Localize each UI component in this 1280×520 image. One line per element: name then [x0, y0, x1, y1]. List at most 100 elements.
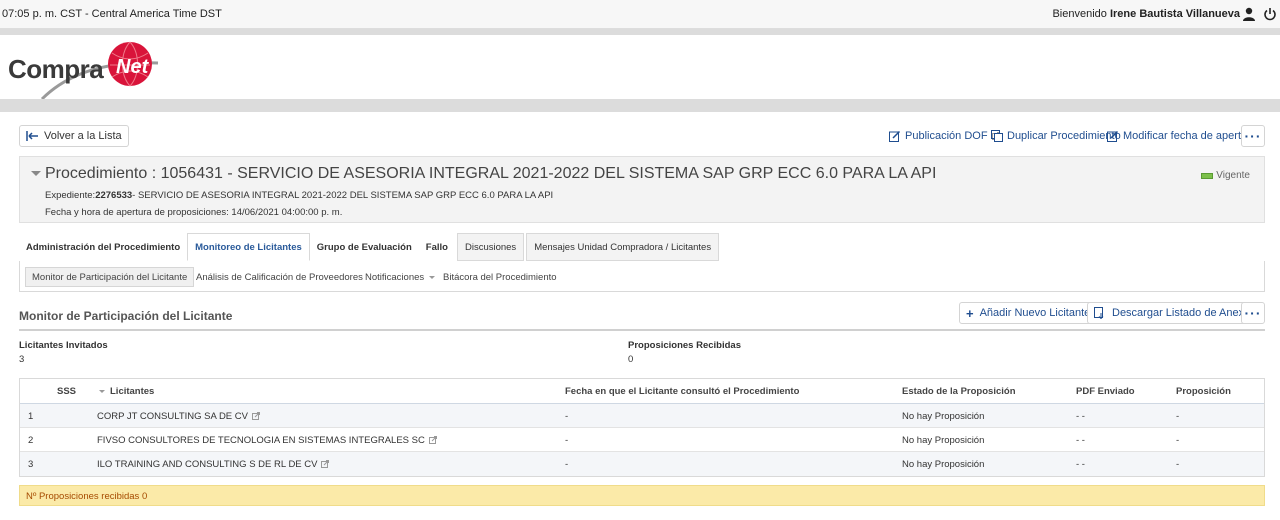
server-time: 07:05 p. m. CST - Central America Time D…: [2, 8, 222, 20]
licitante-name: ILO TRAINING AND CONSULTING S DE RL DE C…: [97, 459, 318, 470]
download-anexos-button[interactable]: Descargar Listado de Anexos: [1087, 302, 1263, 324]
pdf-enviado: - -: [1076, 435, 1085, 446]
section-more-button[interactable]: ···: [1241, 302, 1265, 324]
status-label: Vigente: [1216, 170, 1250, 181]
sort-down-icon: [99, 390, 105, 393]
main-tabs: Administración del Procedimiento Monitor…: [19, 233, 720, 261]
recibidas-label: Proposiciones Recibidas: [628, 340, 741, 351]
expediente-line: Expediente:2276533- SERVICIO DE ASESORIA…: [45, 190, 553, 201]
section-title: Monitor de Participación del Licitante: [19, 309, 233, 323]
licitante-link[interactable]: ILO TRAINING AND CONSULTING S DE RL DE C…: [97, 459, 330, 470]
welcome-prefix: Bienvenido: [1052, 8, 1107, 20]
row-number: 2: [28, 435, 34, 446]
chevron-down-icon: [429, 275, 436, 279]
duplicate-icon: [991, 130, 1003, 142]
collapse-caret-icon[interactable]: [31, 171, 41, 176]
tab-administracion[interactable]: Administración del Procedimiento: [19, 233, 187, 261]
licitante-name: CORP JT CONSULTING SA DE CV: [97, 411, 248, 422]
tab-grupo-evaluacion[interactable]: Grupo de Evaluación: [310, 233, 419, 261]
pdf-enviado: - -: [1076, 459, 1085, 470]
add-licitante-button[interactable]: + Añadir Nuevo Licitante: [959, 302, 1098, 324]
expediente-label: Expediente:: [45, 190, 96, 201]
procedure-title: Procedimiento : 1056431 - SERVICIO DE AS…: [45, 165, 937, 182]
modificar-fecha-label: Modificar fecha de apertura: [1123, 130, 1257, 142]
table-row: 3 ILO TRAINING AND CONSULTING S DE RL DE…: [20, 452, 1264, 476]
logo-ball-text: Net: [116, 56, 150, 78]
subtab-notificaciones[interactable]: Notificaciones: [365, 267, 436, 287]
tab-mensajes[interactable]: Mensajes Unidad Compradora / Licitantes: [526, 233, 720, 261]
back-to-list-label: Volver a la Lista: [44, 130, 122, 142]
invitados-label: Licitantes Invitados: [19, 340, 108, 351]
external-link-icon: [251, 412, 260, 420]
licitante-link[interactable]: CORP JT CONSULTING SA DE CV: [97, 411, 260, 422]
power-icon[interactable]: [1262, 6, 1278, 22]
proposiciones-notice: Nº Proposiciones recibidas 0: [19, 485, 1265, 506]
logo-text: Compra: [8, 54, 104, 84]
header-estado[interactable]: Estado de la Proposición: [902, 386, 1016, 397]
recibidas-value: 0: [628, 354, 634, 365]
estado: No hay Proposición: [902, 435, 985, 446]
user-icon[interactable]: [1242, 7, 1256, 21]
estado: No hay Proposición: [902, 411, 985, 422]
tab-monitoreo[interactable]: Monitoreo de Licitantes: [187, 233, 310, 261]
table-row: 2 FIVSO CONSULTORES DE TECNOLOGIA EN SIS…: [20, 428, 1264, 452]
sub-tabs: Monitor de Participación del Licitante A…: [19, 261, 1265, 292]
header-band: [0, 99, 1280, 112]
notice-text: Nº Proposiciones recibidas 0: [26, 491, 148, 502]
header-sss[interactable]: SSS: [57, 386, 76, 397]
licitante-link[interactable]: FIVSO CONSULTORES DE TECNOLOGIA EN SISTE…: [97, 435, 437, 446]
plus-icon: +: [966, 305, 974, 321]
pdf-enviado: - -: [1076, 411, 1085, 422]
external-link-icon: [428, 436, 437, 444]
modificar-fecha-link[interactable]: Modificar fecha de apertura: [1107, 130, 1257, 142]
welcome-message: Bienvenido Irene Bautista Villanueva: [1052, 8, 1240, 20]
download-doc-icon: [1094, 307, 1104, 319]
proposicion: -: [1176, 435, 1180, 446]
apertura-date: Fecha y hora de apertura de proposicione…: [45, 207, 343, 218]
fecha-consulta: -: [565, 435, 569, 446]
main-content: Volver a la Lista Publicación DOF Duplic…: [0, 112, 1280, 520]
fecha-consulta: -: [565, 411, 569, 422]
header-pdf[interactable]: PDF Enviado: [1076, 386, 1135, 397]
top-bar: 07:05 p. m. CST - Central America Time D…: [0, 0, 1280, 29]
header-licitantes[interactable]: Licitantes: [99, 386, 154, 397]
subtab-bitacora[interactable]: Bitácora del Procedimiento: [443, 267, 557, 287]
tab-discusiones[interactable]: Discusiones: [456, 233, 525, 261]
publicacion-dof-link[interactable]: Publicación DOF: [889, 130, 1004, 142]
status-badge: Vigente: [1201, 170, 1250, 181]
expediente-number: 2276533: [95, 190, 133, 201]
add-licitante-label: Añadir Nuevo Licitante: [979, 307, 1091, 319]
expediente-description: - SERVICIO DE ASESORIA INTEGRAL 2021-202…: [132, 190, 554, 201]
status-indicator-icon: [1201, 172, 1214, 179]
download-anexos-label: Descargar Listado de Anexos: [1112, 307, 1256, 319]
table-header: SSS Licitantes Fecha en que el Licitante…: [20, 379, 1264, 404]
header-proposicion[interactable]: Proposición: [1176, 386, 1231, 397]
subtab-analisis[interactable]: Análisis de Calificación de Proveedores: [196, 267, 363, 287]
row-number: 3: [28, 459, 34, 470]
table-row: 1 CORP JT CONSULTING SA DE CV - No hay P…: [20, 404, 1264, 428]
header-licitantes-label: Licitantes: [110, 386, 155, 397]
subtab-notificaciones-label: Notificaciones: [365, 271, 425, 283]
edit-icon: [889, 130, 901, 142]
duplicar-procedimiento-link[interactable]: Duplicar Procedimiento: [991, 130, 1121, 142]
calendar-edit-icon: [1107, 130, 1119, 142]
procedure-header: Procedimiento : 1056431 - SERVICIO DE AS…: [19, 156, 1265, 223]
more-actions-button[interactable]: ···: [1241, 125, 1265, 147]
proposicion: -: [1176, 411, 1180, 422]
user-name: Irene Bautista Villanueva: [1109, 8, 1240, 20]
back-to-list-button[interactable]: Volver a la Lista: [19, 125, 129, 147]
logo-area: Net Compra: [0, 35, 1280, 101]
invitados-value: 3: [19, 354, 25, 365]
fecha-consulta: -: [565, 459, 569, 470]
duplicar-procedimiento-label: Duplicar Procedimiento: [1007, 130, 1121, 142]
header-fecha-consulta[interactable]: Fecha en que el Licitante consultó el Pr…: [565, 386, 799, 397]
section-divider: [19, 329, 1265, 331]
external-link-icon: [321, 460, 330, 468]
proposicion: -: [1176, 459, 1180, 470]
publicacion-dof-label: Publicación DOF: [905, 130, 988, 142]
licitante-name: FIVSO CONSULTORES DE TECNOLOGIA EN SISTE…: [97, 435, 425, 446]
subtab-monitor[interactable]: Monitor de Participación del Licitante: [25, 267, 195, 287]
row-number: 1: [28, 411, 34, 422]
tab-fallo[interactable]: Fallo: [419, 233, 455, 261]
licitantes-table: SSS Licitantes Fecha en que el Licitante…: [19, 378, 1265, 477]
